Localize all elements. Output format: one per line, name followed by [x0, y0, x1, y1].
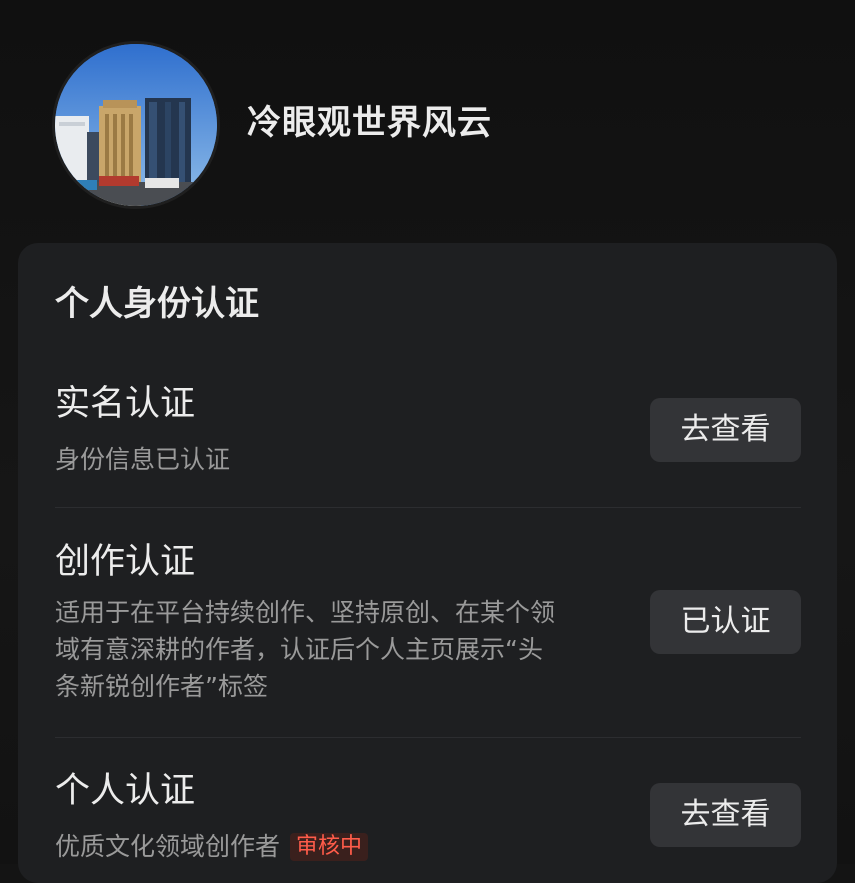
list-item-creator: 创作认证 适用于在平台持续创作、坚持原创、在某个领 域有意深耕的作者，认证后个人… [55, 539, 801, 709]
profile-header: 冷眼观世界风云 [0, 0, 855, 240]
username: 冷眼观世界风云 [247, 103, 492, 143]
section-title: 个人身份认证 [55, 284, 259, 324]
creator-verified-button[interactable]: 已认证 [650, 590, 801, 654]
creator-description-line-3: 条新锐创作者”标签 [55, 672, 268, 701]
personal-view-button[interactable]: 去查看 [650, 783, 801, 847]
creator-title: 创作认证 [55, 542, 196, 582]
personal-title: 个人认证 [55, 771, 196, 811]
list-item-real-name: 实名认证 身份信息已认证 去查看 [55, 381, 801, 481]
personal-description-line: 优质文化领域创作者 审核中 [55, 828, 369, 865]
creator-description-line-2: 域有意深耕的作者，认证后个人主页展示“头 [55, 635, 543, 664]
status-badge: 审核中 [290, 833, 369, 861]
real-name-view-button[interactable]: 去查看 [650, 398, 801, 462]
real-name-title: 实名认证 [55, 384, 196, 424]
identity-verification-card: 个人身份认证 实名认证 身份信息已认证 去查看 创作认证 适用于在平台持续创作、… [18, 243, 837, 883]
creator-description-line-1: 适用于在平台持续创作、坚持原创、在某个领 [55, 598, 556, 627]
avatar[interactable] [55, 44, 217, 206]
divider [55, 737, 801, 738]
list-item-personal: 个人认证 优质文化领域创作者 审核中 去查看 [55, 768, 801, 868]
personal-description: 优质文化领域创作者 [55, 832, 281, 861]
page: 冷眼观世界风云 个人身份认证 实名认证 身份信息已认证 去查看 创作认证 适用于… [0, 0, 855, 883]
divider [55, 507, 801, 508]
real-name-description: 身份信息已认证 [55, 445, 231, 474]
city-buildings-avatar-icon [55, 44, 217, 206]
